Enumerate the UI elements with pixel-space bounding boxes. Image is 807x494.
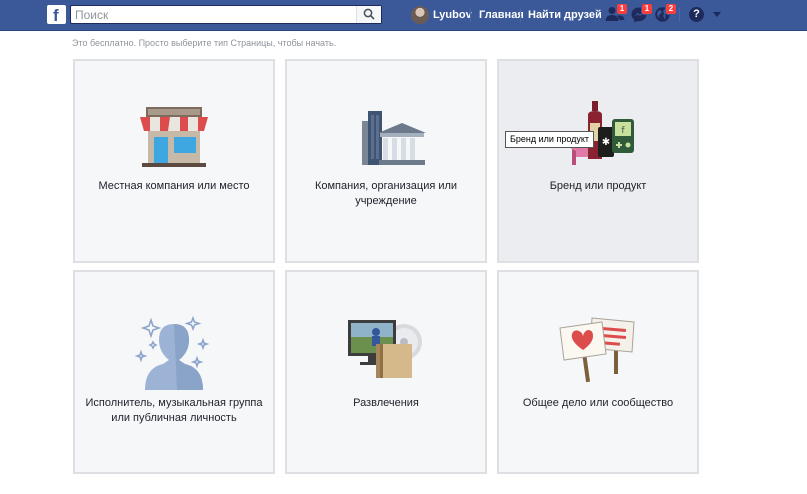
storefront-icon [140,107,208,167]
buildings-icon [362,111,426,165]
page-type-card-entertainment[interactable]: Развлечения [285,270,487,474]
notifications-button[interactable]: 2 [654,3,677,24]
friend-requests-button[interactable]: 1 [605,3,628,24]
facebook-logo[interactable]: f [47,5,66,25]
facebook-logo-letter: f [53,6,59,25]
card-label: Компания, организация или учреждение [314,180,458,207]
help-button[interactable]: ? [689,7,704,22]
page-type-card-company[interactable]: Компания, организация или учреждение [285,59,487,263]
signs-icon [559,317,635,383]
card-label: Местная компания или место [98,180,250,192]
account-menu-caret-icon[interactable] [713,12,721,17]
page-type-card-cause[interactable]: Общее дело или сообщество [497,270,699,474]
friend-requests-badge: 1 [616,3,628,15]
card-icon-wrapper [499,312,697,392]
card-label: Бренд или продукт [549,180,647,192]
card-label: Развлечения [353,397,419,409]
messages-badge: 1 [641,3,653,15]
page-type-card-brand[interactable]: ✱ f Бренд или продукт [497,59,699,263]
search-input[interactable] [75,7,355,22]
search-button[interactable] [356,6,381,23]
svg-text:✱: ✱ [602,137,610,148]
card-icon-wrapper [287,312,485,392]
page-type-card-local-business[interactable]: Местная компания или место [73,59,275,263]
nav-divider [470,8,471,22]
card-icon-wrapper [287,101,485,181]
profile-name: Lyubov [433,9,472,21]
search-icon [363,8,375,20]
messages-button[interactable]: 1 [630,3,653,24]
page-type-card-artist[interactable]: Исполнитель, музыкальная группа или публ… [73,270,275,474]
search-box [70,5,382,24]
card-icon-wrapper [75,101,273,181]
nav-divider [679,8,680,22]
card-label: Исполнитель, музыкальная группа или публ… [85,397,263,424]
top-navigation-bar: f Lyubov Главная Найти друзей 1 1 2 ? [0,0,807,31]
card-icon-wrapper [75,312,273,392]
person-silhouette-icon [134,315,210,390]
avatar [411,6,429,24]
home-link[interactable]: Главная [479,9,524,21]
find-friends-link[interactable]: Найти друзей [528,9,602,21]
nav-divider [520,8,521,22]
media-icon [348,320,422,378]
nav-divider [595,8,596,22]
card-label: Общее дело или сообщество [522,397,674,409]
notifications-badge: 2 [665,3,677,15]
tooltip: Бренд или продукт [505,131,595,148]
intro-text: Это бесплатно. Просто выберите тип Стран… [72,38,337,48]
